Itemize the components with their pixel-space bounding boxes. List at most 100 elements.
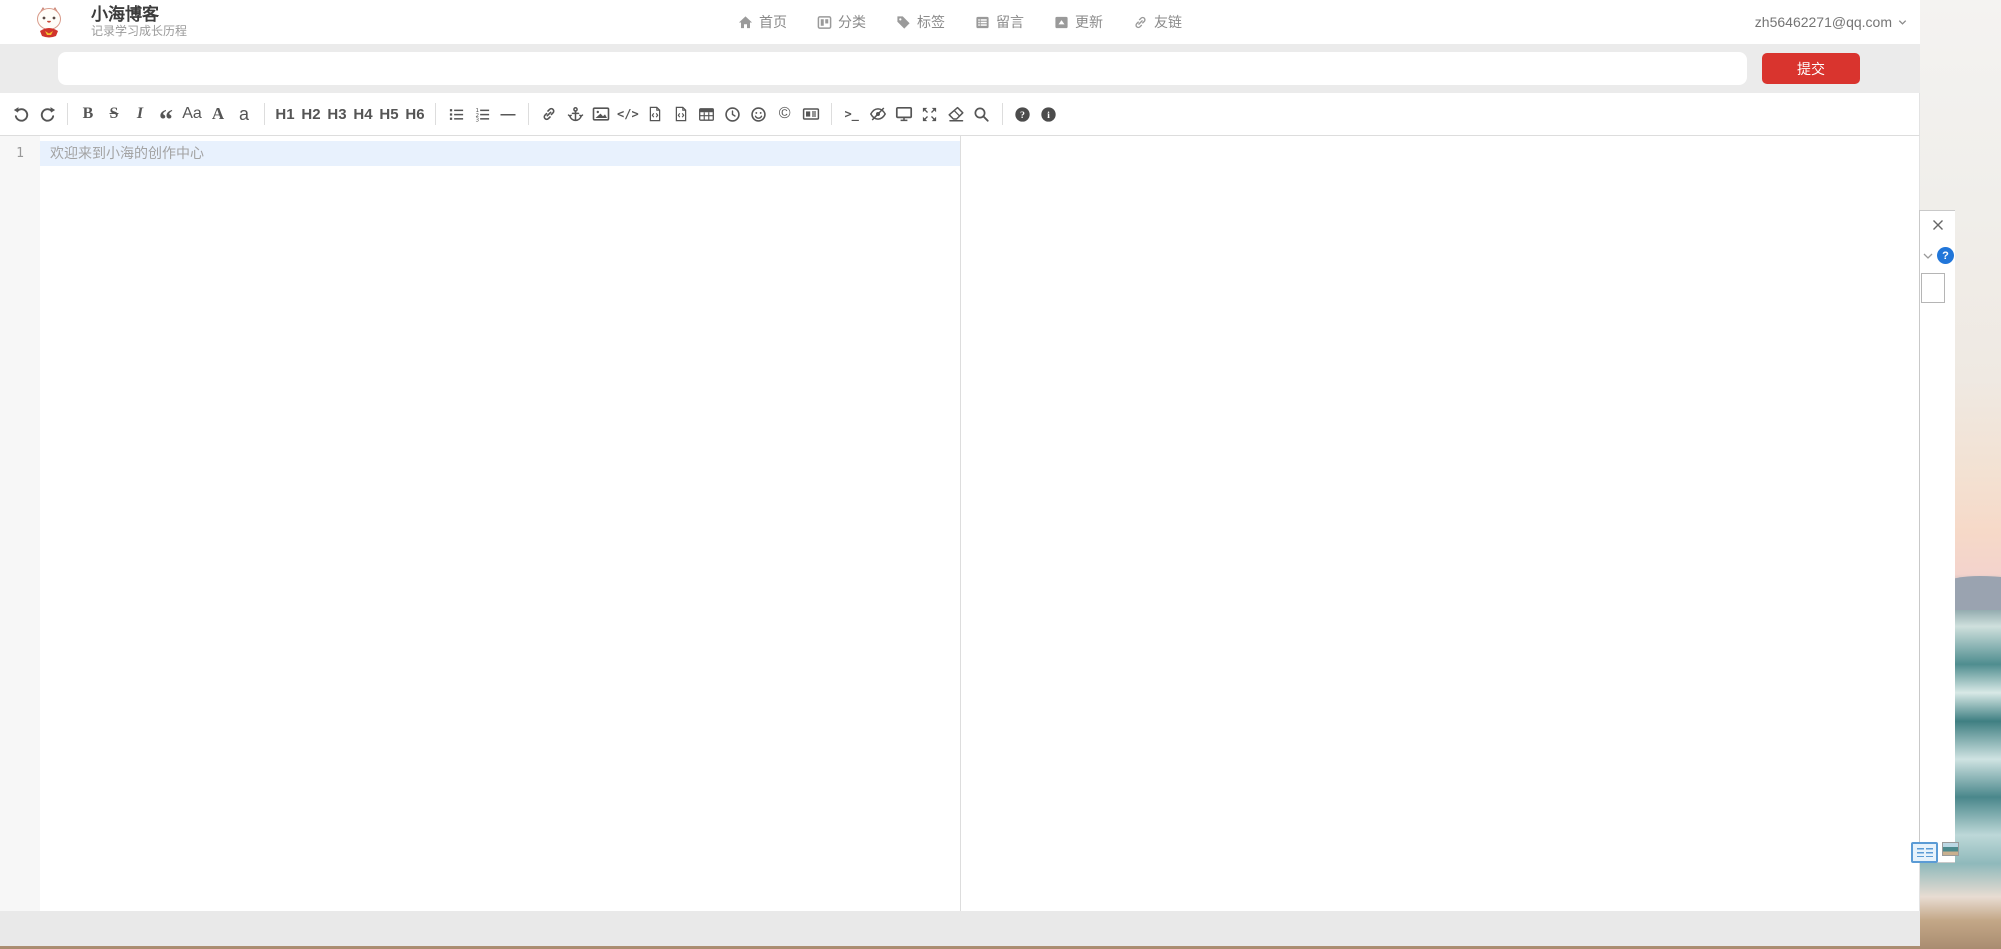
post-title-input[interactable] bbox=[58, 52, 1747, 85]
image-thumbnail-icon[interactable] bbox=[1942, 842, 1959, 856]
tag-icon bbox=[896, 15, 911, 30]
search-icon bbox=[973, 106, 990, 123]
list-ol-icon: 1 2 3 bbox=[474, 106, 491, 123]
image-icon bbox=[592, 105, 610, 123]
blog-subtitle: 记录学习成长历程 bbox=[91, 25, 187, 39]
toolbar-search-button[interactable] bbox=[969, 99, 995, 129]
nav-item-categories[interactable]: 分类 bbox=[817, 12, 866, 32]
compose-title-bar: 提交 bbox=[0, 44, 1920, 93]
toolbar-watch-button[interactable] bbox=[865, 99, 891, 129]
toolbar-hr-button[interactable]: — bbox=[495, 99, 521, 129]
popup-help-button[interactable]: ? bbox=[1937, 247, 1954, 264]
line-number: 1 bbox=[0, 141, 40, 166]
nav-label: 首页 bbox=[759, 12, 787, 32]
list-ul-icon bbox=[448, 106, 465, 123]
nav-item-friend-links[interactable]: 友链 bbox=[1133, 12, 1182, 32]
cartoon-avatar-icon bbox=[33, 6, 65, 38]
nav-label: 友链 bbox=[1154, 12, 1182, 32]
table-icon bbox=[698, 106, 715, 123]
toolbar-h6-button[interactable]: H6 bbox=[402, 99, 428, 129]
toolbar-separator bbox=[528, 103, 529, 125]
list-view-icon[interactable] bbox=[1911, 842, 1938, 863]
blog-identity: 小海博客 记录学习成长历程 bbox=[91, 5, 187, 39]
blog-title[interactable]: 小海博客 bbox=[91, 5, 187, 25]
toolbar-h5-button[interactable]: H5 bbox=[376, 99, 402, 129]
side-popup-panel: ? bbox=[1919, 210, 1955, 863]
toolbar-h3-button[interactable]: H3 bbox=[324, 99, 350, 129]
expand-icon bbox=[921, 106, 938, 123]
toolbar-fullscreen-button[interactable] bbox=[917, 99, 943, 129]
toolbar-goto-line-button[interactable]: >_ bbox=[839, 99, 865, 129]
toolbar-undo-button[interactable] bbox=[8, 99, 34, 129]
svg-text:3: 3 bbox=[475, 117, 479, 122]
toolbar-italic-button[interactable]: I bbox=[127, 99, 153, 129]
editor-placeholder: 欢迎来到小海的创作中心 bbox=[50, 145, 204, 161]
page-footer bbox=[0, 911, 1920, 946]
emoji-icon bbox=[750, 106, 767, 123]
toolbar-link-button[interactable] bbox=[536, 99, 562, 129]
columns-icon bbox=[817, 15, 832, 30]
site-header: 小海博客 记录学习成长历程 首页 分类 bbox=[0, 0, 1920, 44]
nav-item-home[interactable]: 首页 bbox=[738, 12, 787, 32]
toolbar-separator bbox=[67, 103, 68, 125]
toolbar-preformatted-button[interactable] bbox=[642, 99, 668, 129]
toolbar-clear-button[interactable] bbox=[943, 99, 969, 129]
nav-item-tags[interactable]: 标签 bbox=[896, 12, 945, 32]
eye-slash-icon bbox=[869, 105, 887, 123]
popup-text-input[interactable] bbox=[1921, 273, 1945, 303]
caret-square-up-icon bbox=[1054, 15, 1069, 30]
nav-item-updates[interactable]: 更新 bbox=[1054, 12, 1103, 32]
main-nav: 首页 分类 标签 bbox=[738, 12, 1182, 32]
toolbar-separator bbox=[831, 103, 832, 125]
toolbar-ucfirst-button[interactable]: A bbox=[205, 99, 231, 129]
close-icon bbox=[1931, 218, 1945, 232]
editor-body: 1 欢迎来到小海的创作中心 bbox=[0, 136, 1920, 911]
toolbar-pagebreak-button[interactable] bbox=[798, 99, 824, 129]
toolbar-code-block-button[interactable] bbox=[668, 99, 694, 129]
toolbar-quote-button[interactable]: “ bbox=[153, 106, 179, 136]
redo-icon bbox=[39, 106, 56, 123]
toolbar-info-button[interactable]: i bbox=[1036, 99, 1062, 129]
blog-logo-avatar[interactable] bbox=[33, 6, 65, 38]
desktop-icon bbox=[895, 105, 913, 123]
toolbar-anchor-button[interactable] bbox=[562, 99, 588, 129]
toolbar-code-button[interactable]: </> bbox=[614, 99, 642, 129]
main-content: 小海博客 记录学习成长历程 首页 分类 bbox=[0, 0, 1920, 946]
toolbar-separator bbox=[264, 103, 265, 125]
toolbar-html-entities-button[interactable]: © bbox=[772, 99, 798, 129]
editor-toolbar: B S I “ Aa A a H1 H2 H3 H4 H5 H6 1 bbox=[0, 93, 1920, 136]
toolbar-bold-button[interactable]: B bbox=[75, 99, 101, 129]
link-icon bbox=[541, 106, 557, 122]
pagebreak-icon bbox=[802, 105, 820, 123]
toolbar-separator bbox=[1002, 103, 1003, 125]
toolbar-separator bbox=[435, 103, 436, 125]
toolbar-lowercase-button[interactable]: a bbox=[231, 99, 257, 129]
toolbar-emoji-button[interactable] bbox=[746, 99, 772, 129]
submit-button[interactable]: 提交 bbox=[1762, 53, 1860, 84]
toolbar-redo-button[interactable] bbox=[34, 99, 60, 129]
toolbar-list-ol-button[interactable]: 1 2 3 bbox=[469, 99, 495, 129]
toolbar-table-button[interactable] bbox=[694, 99, 720, 129]
toolbar-list-ul-button[interactable] bbox=[443, 99, 469, 129]
toolbar-h2-button[interactable]: H2 bbox=[298, 99, 324, 129]
eraser-icon bbox=[947, 105, 965, 123]
home-icon bbox=[738, 15, 753, 30]
toolbar-h1-button[interactable]: H1 bbox=[272, 99, 298, 129]
toolbar-help-button[interactable]: ? bbox=[1010, 99, 1036, 129]
toolbar-image-button[interactable] bbox=[588, 99, 614, 129]
toolbar-preview-button[interactable] bbox=[891, 99, 917, 129]
markdown-editor-pane[interactable]: 欢迎来到小海的创作中心 bbox=[40, 136, 960, 911]
nav-label: 更新 bbox=[1075, 12, 1103, 32]
line-number-gutter: 1 bbox=[0, 136, 40, 911]
toolbar-datetime-button[interactable] bbox=[720, 99, 746, 129]
chevron-down-icon[interactable] bbox=[1922, 250, 1934, 262]
file-code-icon bbox=[647, 106, 663, 122]
popup-bottom-tools bbox=[1911, 842, 1959, 863]
toolbar-uppercase-button[interactable]: Aa bbox=[179, 99, 205, 129]
nav-label: 留言 bbox=[996, 12, 1024, 32]
toolbar-strikethrough-button[interactable]: S bbox=[101, 99, 127, 129]
nav-item-messages[interactable]: 留言 bbox=[975, 12, 1024, 32]
account-menu[interactable]: zh56462271@qq.com bbox=[1755, 14, 1908, 30]
toolbar-h4-button[interactable]: H4 bbox=[350, 99, 376, 129]
popup-close-button[interactable] bbox=[1930, 217, 1946, 233]
